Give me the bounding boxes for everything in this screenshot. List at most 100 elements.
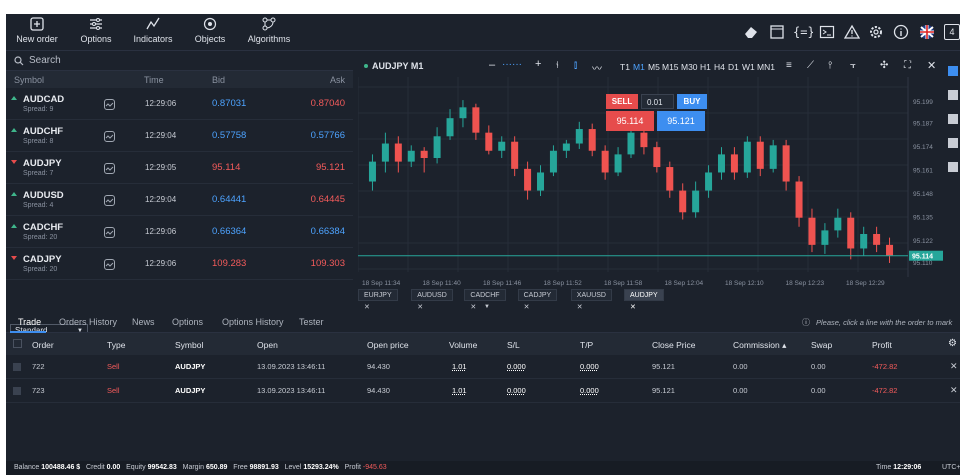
tab-orders-history[interactable]: Orders History xyxy=(59,317,117,327)
info-icon[interactable] xyxy=(893,24,909,40)
search-box[interactable]: Search xyxy=(6,51,353,71)
tab-options[interactable]: Options xyxy=(172,317,203,327)
th-order[interactable]: Order xyxy=(32,340,54,350)
chart-tab[interactable]: EURJPY ✕ xyxy=(358,289,398,311)
sell-button[interactable]: SELL xyxy=(606,94,638,109)
col-bid[interactable]: Bid xyxy=(212,75,225,85)
tf-M15[interactable]: M15 xyxy=(662,62,679,72)
close-tab-icon[interactable]: ✕ xyxy=(630,304,636,311)
panel-icon-1[interactable] xyxy=(948,66,958,76)
market-row[interactable]: AUDJPY Spread: 7 12:29:05 95.114 95.121 xyxy=(6,152,353,184)
tab-tester[interactable]: Tester xyxy=(299,317,324,327)
panel-icon-5[interactable] xyxy=(948,162,958,172)
tab-news[interactable]: News xyxy=(132,317,155,327)
tf-H1[interactable]: H1 xyxy=(700,62,711,72)
vertical-line-icon[interactable]: ⫯ xyxy=(828,60,832,71)
indicators-button[interactable]: Indicators xyxy=(130,17,176,49)
eraser-icon[interactable] xyxy=(743,24,759,40)
new-order-button[interactable]: New order xyxy=(14,17,60,49)
col-ask[interactable]: Ask xyxy=(330,75,345,85)
row-checkbox[interactable] xyxy=(13,387,21,395)
tf-M1[interactable]: M1 xyxy=(633,62,645,72)
panel-icon-4[interactable] xyxy=(948,138,958,148)
chart-tab[interactable]: AUDUSD ✕ xyxy=(411,289,453,311)
window-icon[interactable] xyxy=(769,24,785,40)
th-open[interactable]: Open xyxy=(257,340,278,350)
th-sl[interactable]: S/L xyxy=(507,340,520,350)
chart-tab[interactable]: CADCHF ✕ xyxy=(464,289,506,311)
th-type[interactable]: Type xyxy=(107,340,125,350)
mini-chart-icon[interactable] xyxy=(104,227,115,238)
timezone-select[interactable]: UTC+ xyxy=(942,461,960,475)
fullscreen-icon[interactable]: ⛶ xyxy=(904,60,911,71)
tf-W1[interactable]: W1 xyxy=(742,62,755,72)
th-symbol[interactable]: Symbol xyxy=(175,340,203,350)
close-tab-icon[interactable]: ✕ xyxy=(470,304,476,311)
mini-chart-icon[interactable] xyxy=(104,259,115,270)
col-symbol[interactable]: Symbol xyxy=(14,75,44,85)
th-volume[interactable]: Volume xyxy=(449,340,477,350)
mini-chart-icon[interactable] xyxy=(104,131,115,142)
tf-MN1[interactable]: MN1 xyxy=(757,62,775,72)
close-tab-icon[interactable]: ✕ xyxy=(417,304,423,311)
chart-tab[interactable]: XAUUSD ✕ xyxy=(570,289,612,311)
market-row[interactable]: AUDCAD Spread: 9 12:29:06 0.87031 0.87040 xyxy=(6,88,353,120)
tab-options-history[interactable]: Options History xyxy=(222,317,284,327)
close-tab-icon[interactable]: ✕ xyxy=(577,304,583,311)
market-row[interactable]: AUDUSD Spread: 4 12:29:04 0.64441 0.64445 xyxy=(6,184,353,216)
zoom-in-icon[interactable]: + xyxy=(535,58,541,70)
mini-chart-icon[interactable] xyxy=(104,163,115,174)
bar-type-icon[interactable]: ⫮ xyxy=(556,60,559,71)
panel-icon-2[interactable] xyxy=(948,90,958,100)
chart-tab[interactable]: AUDJPY ✕ xyxy=(624,289,664,311)
market-row[interactable]: AUDCHF Spread: 8 12:29:04 0.57758 0.57766 xyxy=(6,120,353,152)
chart-tab[interactable]: CADJPY ✕ xyxy=(517,289,558,311)
sell-price-button[interactable]: 95.114 xyxy=(606,111,654,131)
algorithms-button[interactable]: Algorithms xyxy=(244,17,294,49)
mini-chart-icon[interactable] xyxy=(104,195,115,206)
candles-icon[interactable]: ⫾ xyxy=(574,60,577,71)
th-commission[interactable]: Commission ▴ xyxy=(733,340,786,351)
row-checkbox[interactable] xyxy=(13,363,21,371)
code-braces-icon[interactable]: {=} xyxy=(793,24,813,40)
dotted-line-icon[interactable]: ······ xyxy=(502,59,522,70)
collapse-arrow-icon[interactable]: ▼ xyxy=(484,304,490,310)
line-chart-icon[interactable]: 〰 xyxy=(592,60,602,75)
tf-H4[interactable]: H4 xyxy=(714,62,725,72)
terminal-icon[interactable] xyxy=(819,24,835,40)
chart-panel[interactable]: AUDJPY M1 – ······ + ⫮ ⫾ 〰 T1 M1 M5 M15 … xyxy=(358,57,943,303)
crosshair-icon[interactable]: ✣ xyxy=(880,60,888,71)
warning-icon[interactable] xyxy=(844,24,860,40)
tf-T1[interactable]: T1 xyxy=(620,62,630,72)
col-time[interactable]: Time xyxy=(144,75,164,85)
gear-icon[interactable]: ⚙ xyxy=(948,338,957,349)
close-tab-icon[interactable]: ✕ xyxy=(364,304,370,311)
market-row[interactable]: CADJPY Spread: 20 12:29:06 109.283 109.303 xyxy=(6,248,353,280)
gear-icon[interactable] xyxy=(868,24,884,40)
buy-price-button[interactable]: 95.121 xyxy=(657,111,705,131)
order-row[interactable]: 722 Sell AUDJPY 13.09.2023 13:46:11 94.430 1.… xyxy=(6,355,960,379)
tab-trade[interactable]: Trade xyxy=(18,317,41,327)
mini-chart-icon[interactable] xyxy=(104,99,115,110)
close-chart-icon[interactable]: ✕ xyxy=(927,59,936,72)
menu-lines-icon[interactable]: ≡ xyxy=(786,60,792,71)
select-all-checkbox[interactable] xyxy=(13,339,22,348)
objects-button[interactable]: Objects xyxy=(192,17,228,49)
th-tp[interactable]: T/P xyxy=(580,340,593,350)
horizontal-line-icon[interactable]: ⫟ xyxy=(850,60,856,71)
th-close-price[interactable]: Close Price xyxy=(652,340,695,350)
panel-icon-3[interactable] xyxy=(948,114,958,124)
close-order-icon[interactable]: ✕ xyxy=(950,361,958,372)
panel-counter[interactable]: 4 xyxy=(944,24,960,40)
order-row[interactable]: 723 Sell AUDJPY 13.09.2023 13:46:11 94.430 1.… xyxy=(6,379,960,403)
options-button[interactable]: Options xyxy=(76,17,116,49)
th-open-price[interactable]: Open price xyxy=(367,340,409,350)
close-tab-icon[interactable]: ✕ xyxy=(524,304,530,311)
th-profit[interactable]: Profit xyxy=(872,340,892,350)
tf-M5[interactable]: M5 xyxy=(648,62,660,72)
close-order-icon[interactable]: ✕ xyxy=(950,385,958,396)
buy-button[interactable]: BUY xyxy=(677,94,707,109)
th-swap[interactable]: Swap xyxy=(811,340,832,350)
trendline-icon[interactable]: ⟋ xyxy=(807,60,814,71)
tf-M30[interactable]: M30 xyxy=(681,62,698,72)
